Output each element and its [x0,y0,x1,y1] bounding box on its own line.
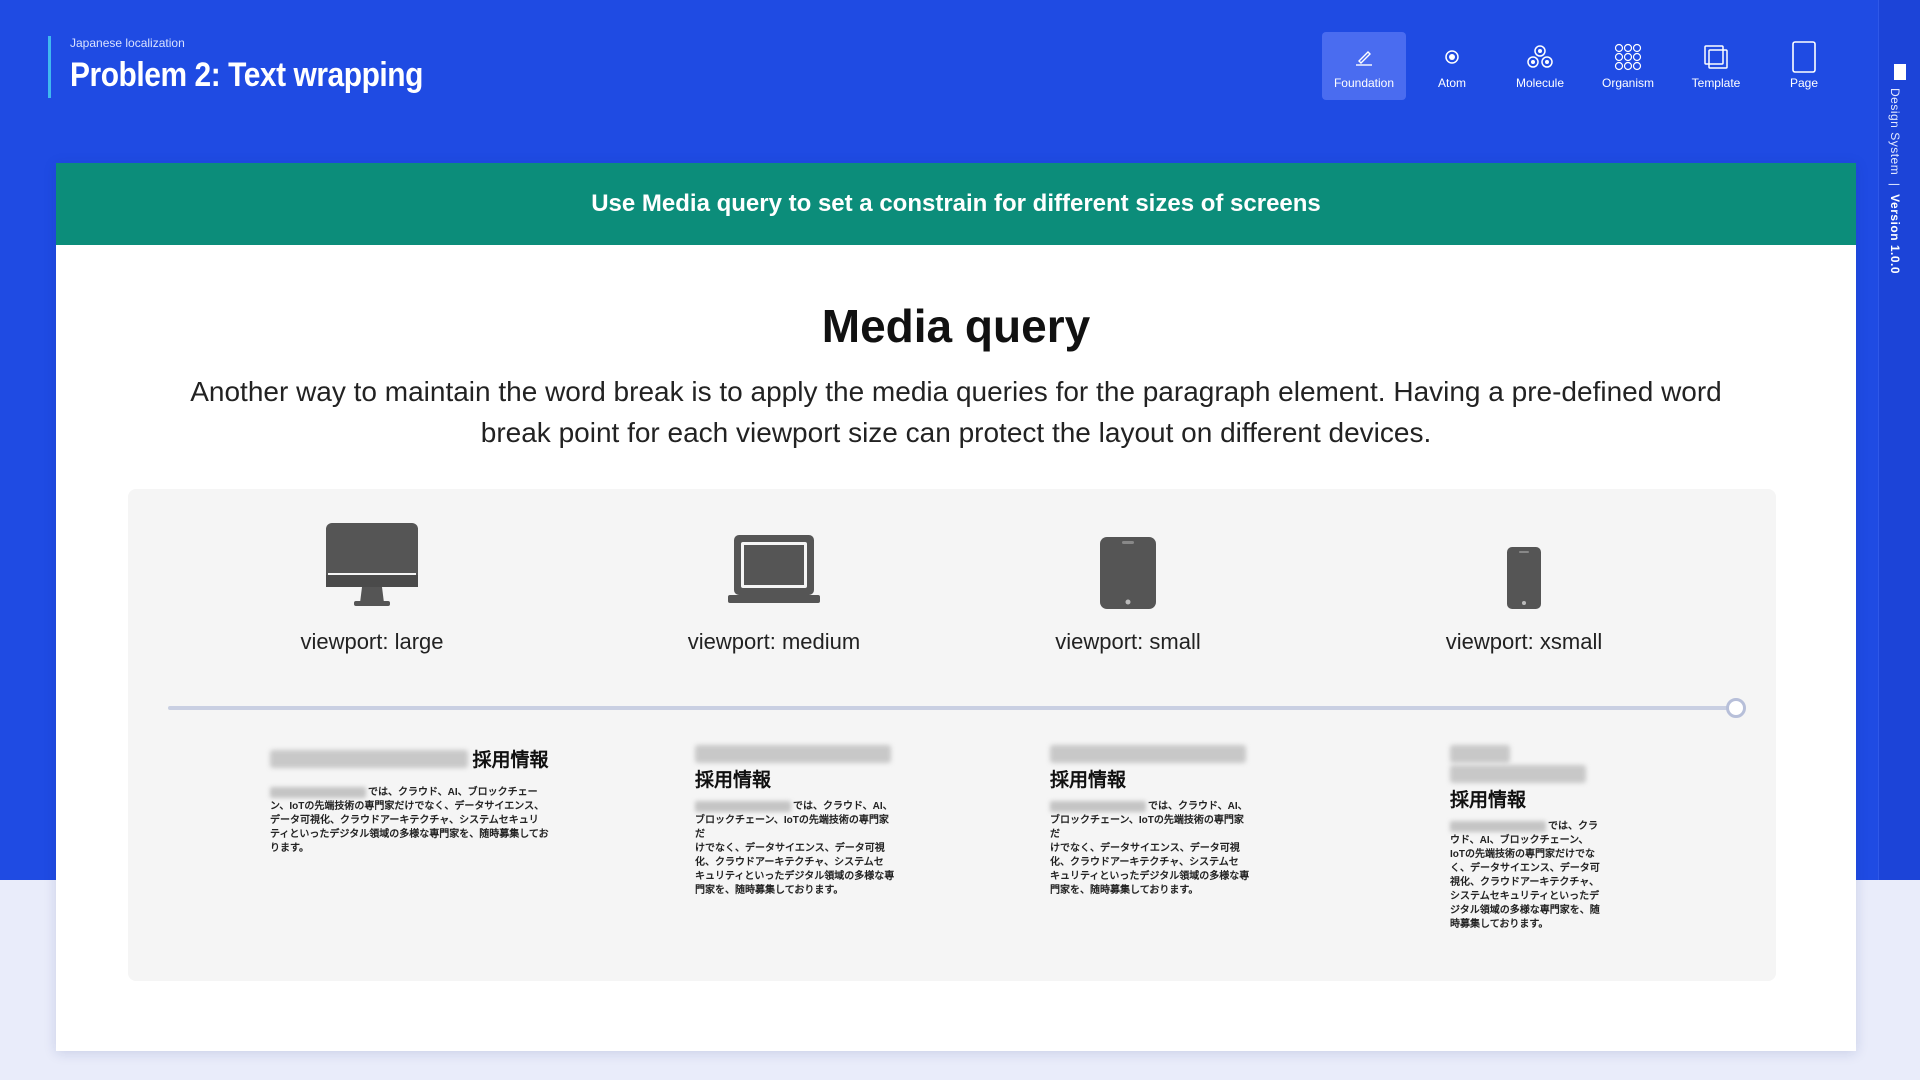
nav-item-foundation[interactable]: Foundation [1322,32,1406,100]
sample-body: では、クラウド、AI、 ブロックチェーン、IoTの先端技術の専門家だ けでなく、… [1050,801,1250,897]
viewport-medium: viewport: medium [594,489,954,655]
redacted-company-name [1450,745,1510,763]
viewport-xsmall: viewport: xsmall [1344,489,1704,655]
nav-item-atom[interactable]: Atom [1410,32,1494,100]
atom-icon [1441,42,1463,72]
atomic-design-nav: Foundation Atom Molecule Organism Templa… [1322,32,1846,100]
nav-item-template[interactable]: Template [1674,32,1758,100]
template-icon [1702,42,1730,72]
viewport-label: viewport: medium [687,629,861,654]
redacted-company-name [695,801,791,813]
sample-title: 採用情報 [1050,770,1127,792]
viewport-label: viewport: large [300,629,444,654]
text-sample-large: 採用情報 では、クラウド、AI、ブロックチェー ン、IoTの先端技術の専門家だけ… [270,745,570,856]
sample-body: では、クラ ウド、AI、ブロックチェーン、 IoTの先端技術の専門家だけでな く… [1450,821,1600,931]
redacted-company-name [1450,821,1546,833]
redacted-company-name [1050,745,1246,763]
smartphone-icon [1344,489,1704,609]
content-card: Use Media query to set a constrain for d… [56,163,1856,1051]
redacted-company-name [695,745,891,763]
section-heading: Media query [821,300,1091,352]
rail-marker [1894,64,1906,80]
pencil-icon [1353,42,1375,72]
viewport-slider-handle[interactable] [1726,698,1746,718]
section-lead: Another way to maintain the word break i… [190,376,1722,448]
sample-body: では、クラウド、AI、 ブロックチェーン、IoTの先端技術の専門家だ けでなく、… [695,801,895,897]
sample-body: では、クラウド、AI、ブロックチェー ン、IoTの先端技術の専門家だけでなく、デ… [270,786,549,854]
page-title: Problem 2: Text wrapping [70,56,423,94]
nav-label: Page [1789,76,1819,90]
redacted-company-name [270,749,468,768]
sample-title: 採用情報 [695,770,772,792]
sample-title: 採用情報 [1450,790,1527,812]
design-system-label: Design System [1888,88,1902,176]
viewport-slider-track[interactable] [168,706,1733,710]
text-sample-small: 採用情報 では、クラウド、AI、 ブロックチェーン、IoTの先端技術の専門家だ … [1050,745,1250,898]
banner: Use Media query to set a constrain for d… [56,163,1856,245]
brand-block: Japanese localization Problem 2: Text wr… [48,36,471,98]
sample-title: 採用情報 [472,750,549,771]
eyebrow-label: Japanese localization [70,36,185,50]
redacted-company-name [270,786,366,798]
nav-label: Atom [1437,76,1466,90]
version-label: Design System | Version 1.0.0 [1888,88,1902,274]
redacted-company-name [1050,801,1146,813]
text-sample-medium: 採用情報 では、クラウド、AI、 ブロックチェーン、IoTの先端技術の専門家だ … [695,745,895,898]
organism-icon [1613,42,1643,72]
molecule-icon [1525,42,1555,72]
text-sample-xsmall: 採用情報 では、クラ ウド、AI、ブロックチェーン、 IoTの先端技術の専門家だ… [1450,745,1600,932]
laptop-icon [594,489,954,609]
tablet-icon [948,489,1308,609]
nav-item-organism[interactable]: Organism [1586,32,1670,100]
nav-label: Template [1691,76,1741,90]
viewport-label: viewport: xsmall [1445,629,1603,654]
nav-item-molecule[interactable]: Molecule [1498,32,1582,100]
viewport-small: viewport: small [948,489,1308,655]
nav-label: Molecule [1515,76,1565,90]
viewport-label: viewport: small [1055,629,1201,654]
redacted-company-name [1450,765,1586,784]
viewport-large: viewport: large [192,489,552,655]
nav-label: Foundation [1333,76,1395,90]
rail-separator: | [1888,182,1902,187]
page-icon [1791,41,1817,73]
viewport-comparison-panel: viewport: large viewport: medium viewpor… [128,489,1776,981]
side-rail: Design System | Version 1.0.0 [1878,0,1920,880]
version-number: Version 1.0.0 [1888,194,1902,275]
nav-label: Organism [1601,76,1654,90]
nav-item-page[interactable]: Page [1762,32,1846,100]
desktop-monitor-icon [192,489,552,609]
